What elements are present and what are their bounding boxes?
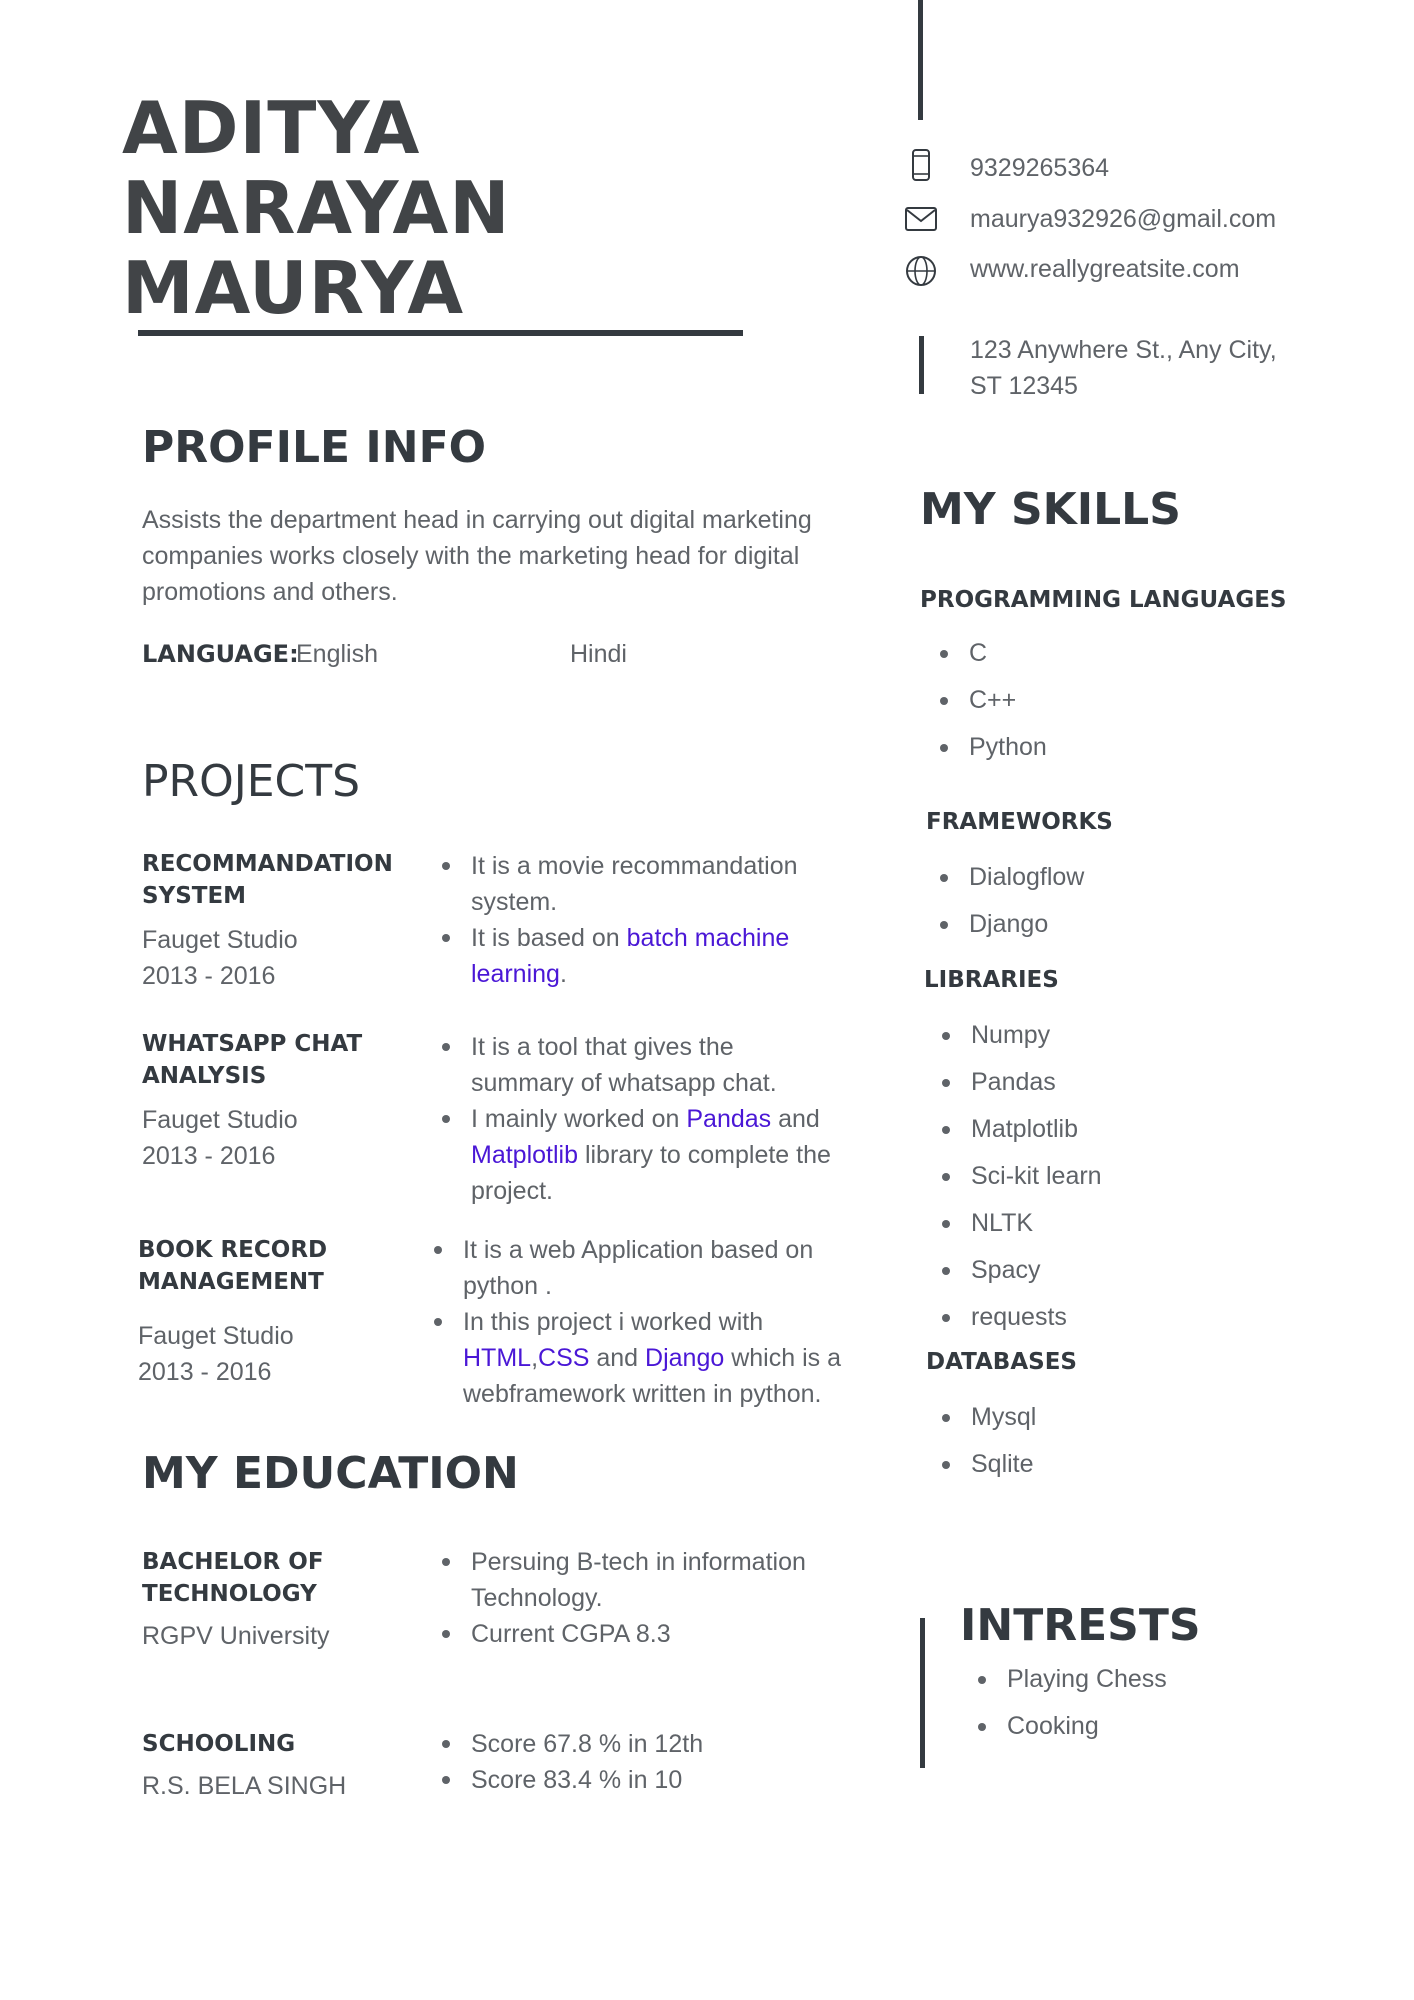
bullet-text: It is based on: [471, 924, 627, 952]
list-item: NLTK: [940, 1200, 1102, 1247]
project-title: WHATSAPP CHAT ANALYSIS: [142, 1031, 363, 1089]
address: 123 Anywhere St., Any City, ST 12345: [970, 336, 1277, 400]
list-item: It is a web Application based on python …: [432, 1232, 842, 1304]
globe-icon: [906, 256, 936, 286]
link-css[interactable]: CSS: [538, 1344, 589, 1372]
list-item: Score 83.4 % in 10: [440, 1762, 840, 1798]
profile-text: Assists the department head in carrying …: [142, 506, 812, 606]
bullet-text: and: [771, 1105, 820, 1133]
list-item: Dialogflow: [938, 854, 1084, 901]
databases-label: DATABASES: [926, 1349, 1077, 1375]
interests-rule: [920, 1618, 925, 1768]
education-heading: MY EDUCATION: [142, 1448, 519, 1499]
name-underline: [138, 330, 743, 336]
list-item: Matplotlib: [940, 1106, 1102, 1153]
libraries-label: LIBRARIES: [924, 967, 1059, 993]
bullet-text: I mainly worked on: [471, 1105, 687, 1133]
list-item: Sqlite: [940, 1441, 1036, 1488]
list-item: Numpy: [940, 1012, 1102, 1059]
link-html[interactable]: HTML: [463, 1344, 531, 1372]
language-english: English: [296, 640, 378, 668]
interests-list: Playing Chess Cooking: [976, 1656, 1167, 1750]
link-django[interactable]: Django: [645, 1344, 724, 1372]
list-item: I mainly worked on Pandas and Matplotlib…: [440, 1101, 840, 1209]
programming-languages-label: PROGRAMMING LANGUAGES: [920, 587, 1287, 613]
project-years: 2013 - 2016: [142, 962, 276, 990]
profile-heading: PROFILE INFO: [142, 422, 487, 473]
project-bullets: It is a movie recommandation system. It …: [440, 848, 840, 992]
project-studio: Fauget Studio: [142, 1106, 298, 1134]
email-address[interactable]: maurya932926@gmail.com: [970, 202, 1276, 236]
project-studio: Fauget Studio: [138, 1322, 294, 1350]
candidate-name: ADITYA NARAYAN MAURYA: [122, 86, 511, 330]
projects-heading: PROJECTS: [142, 756, 361, 807]
project-bullets: It is a web Application based on python …: [432, 1232, 842, 1412]
bullet-text: .: [559, 960, 567, 988]
phone-icon: [912, 149, 930, 181]
project-years: 2013 - 2016: [138, 1358, 272, 1386]
list-item: Score 67.8 % in 12th: [440, 1726, 840, 1762]
address-rule: [919, 336, 924, 394]
bullet-text: and: [589, 1344, 646, 1372]
bullet-text: In this project i worked with: [463, 1308, 764, 1336]
education-org: RGPV University: [142, 1622, 330, 1650]
list-item: In this project i worked with HTML,CSS a…: [432, 1304, 842, 1412]
language-hindi: Hindi: [570, 640, 627, 668]
list-item: Django: [938, 901, 1084, 948]
list-item: Pandas: [940, 1059, 1102, 1106]
list-item: Mysql: [940, 1394, 1036, 1441]
education-title: BACHELOR OF TECHNOLOGY: [142, 1549, 324, 1607]
project-bullets: It is a tool that gives the summary of w…: [440, 1029, 840, 1209]
mail-icon: [905, 207, 937, 231]
list-item: C++: [938, 677, 1047, 724]
phone-number[interactable]: 9329265364: [970, 151, 1109, 185]
education-title: SCHOOLING: [142, 1731, 296, 1757]
link-pandas[interactable]: Pandas: [686, 1105, 771, 1133]
top-vertical-rule: [918, 0, 923, 120]
list-item: It is based on batch machine learning.: [440, 920, 840, 992]
list-item: Persuing B-tech in information Technolog…: [440, 1544, 840, 1616]
frameworks-list: Dialogflow Django: [938, 854, 1084, 948]
databases-list: Mysql Sqlite: [940, 1394, 1036, 1488]
website-url[interactable]: www.reallygreatsite.com: [970, 252, 1240, 286]
list-item: Python: [938, 724, 1047, 771]
list-item: C: [938, 630, 1047, 677]
skills-heading: MY SKILLS: [920, 484, 1181, 535]
project-years: 2013 - 2016: [142, 1142, 276, 1170]
bullet-text: ,: [531, 1344, 539, 1372]
list-item: Sci-kit learn: [940, 1153, 1102, 1200]
education-org: R.S. BELA SINGH: [142, 1772, 347, 1800]
list-item: Cooking: [976, 1703, 1167, 1750]
education-bullets: Persuing B-tech in information Technolog…: [440, 1544, 840, 1652]
libraries-list: Numpy Pandas Matplotlib Sci-kit learn NL…: [940, 1012, 1102, 1341]
project-studio: Fauget Studio: [142, 926, 298, 954]
project-title: RECOMMANDATION SYSTEM: [142, 851, 393, 909]
list-item: Spacy: [940, 1247, 1102, 1294]
frameworks-label: FRAMEWORKS: [926, 809, 1113, 835]
education-bullets: Score 67.8 % in 12th Score 83.4 % in 10: [440, 1726, 840, 1798]
project-title: BOOK RECORD MANAGEMENT: [138, 1237, 328, 1295]
list-item: It is a movie recommandation system.: [440, 848, 840, 920]
link-matplotlib[interactable]: Matplotlib: [471, 1141, 578, 1169]
list-item: requests: [940, 1294, 1102, 1341]
list-item: Current CGPA 8.3: [440, 1616, 840, 1652]
language-label: LANGUAGE:: [142, 640, 299, 668]
interests-heading: INTRESTS: [960, 1600, 1201, 1651]
list-item: It is a tool that gives the summary of w…: [440, 1029, 840, 1101]
list-item: Playing Chess: [976, 1656, 1167, 1703]
programming-languages-list: C C++ Python: [938, 630, 1047, 771]
